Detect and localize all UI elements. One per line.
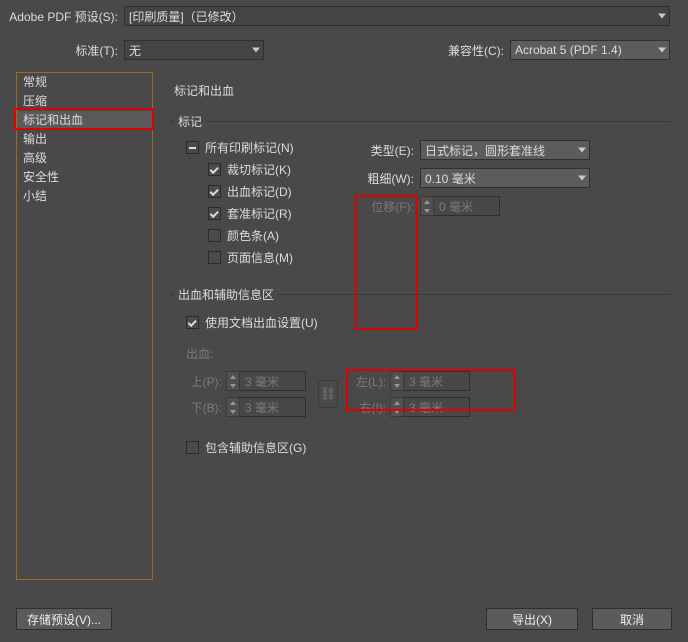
stepper-up-icon <box>227 398 239 407</box>
page-info-label: 页面信息(M) <box>227 249 293 266</box>
stepper-down-icon <box>391 381 403 390</box>
color-bars-checkbox[interactable] <box>208 229 221 242</box>
bleed-top-label: 上(P): <box>186 373 226 390</box>
chevron-down-icon <box>252 48 260 53</box>
compat-select[interactable]: Acrobat 5 (PDF 1.4) <box>510 40 670 60</box>
mark-weight-select[interactable]: 0.10 毫米 <box>420 168 590 188</box>
preset-select[interactable]: [印刷质量]（已修改） <box>124 6 670 26</box>
sidebar-item-marks-bleed[interactable]: 标记和出血 <box>17 111 152 130</box>
bleed-marks-checkbox[interactable] <box>208 185 221 198</box>
chevron-down-icon <box>578 148 586 153</box>
save-preset-button[interactable]: 存储预设(V)... <box>16 608 112 630</box>
stepper-up-icon <box>421 197 433 206</box>
bleed-left-input: 3 毫米 <box>390 371 470 391</box>
bleed-marks-label: 出血标记(D) <box>227 183 292 200</box>
bleed-bottom-input: 3 毫米 <box>226 397 306 417</box>
mark-weight-label: 粗细(W): <box>360 170 420 187</box>
sidebar-item-summary[interactable]: 小结 <box>17 187 152 206</box>
chevron-down-icon <box>658 14 666 19</box>
stepper-down-icon <box>227 407 239 416</box>
bleed-left-label: 左(L): <box>350 373 390 390</box>
all-marks-checkbox[interactable] <box>186 141 199 154</box>
stepper-down-icon <box>227 381 239 390</box>
standard-select[interactable]: 无 <box>124 40 264 60</box>
standard-value: 无 <box>129 42 141 59</box>
bleed-right-value: 3 毫米 <box>404 397 470 417</box>
bleed-right-label: 右(I): <box>350 399 390 416</box>
mark-offset-value: 0 毫米 <box>434 196 500 216</box>
bleed-sub-label: 出血: <box>186 345 670 362</box>
stepper-up-icon <box>227 372 239 381</box>
page-info-checkbox[interactable] <box>208 251 221 264</box>
use-doc-bleed-checkbox[interactable] <box>186 316 199 329</box>
sidebar-item-output[interactable]: 输出 <box>17 130 152 149</box>
page-title: 标记和出血 <box>174 82 672 99</box>
bleed-left-value: 3 毫米 <box>404 371 470 391</box>
include-slug-checkbox[interactable] <box>186 441 199 454</box>
mark-type-label: 类型(E): <box>360 142 420 159</box>
crop-marks-label: 裁切标记(K) <box>227 161 291 178</box>
chevron-down-icon <box>578 176 586 181</box>
mark-weight-value: 0.10 毫米 <box>425 170 476 187</box>
sidebar-item-security[interactable]: 安全性 <box>17 168 152 187</box>
compat-label: 兼容性(C): <box>448 42 510 59</box>
preset-value: [印刷质量]（已修改） <box>129 8 244 25</box>
chevron-down-icon <box>658 48 666 53</box>
bleed-top-input: 3 毫米 <box>226 371 306 391</box>
registration-marks-checkbox[interactable] <box>208 207 221 220</box>
mark-offset-input: 0 毫米 <box>420 196 500 216</box>
marks-legend: 标记 <box>174 113 206 130</box>
sidebar-item-general[interactable]: 常规 <box>17 73 152 92</box>
stepper-up-icon <box>391 398 403 407</box>
cancel-button[interactable]: 取消 <box>592 608 672 630</box>
preset-label: Adobe PDF 预设(S): <box>0 8 124 25</box>
standard-label: 标准(T): <box>0 42 124 59</box>
category-sidebar: 常规 压缩 标记和出血 输出 高级 安全性 小结 <box>16 72 153 580</box>
registration-marks-label: 套准标记(R) <box>227 205 292 222</box>
stepper-up-icon <box>391 372 403 381</box>
link-icon: ⛓ <box>318 380 338 408</box>
bleed-bottom-value: 3 毫米 <box>240 397 306 417</box>
bleed-bottom-label: 下(B): <box>186 399 226 416</box>
stepper-down-icon <box>391 407 403 416</box>
color-bars-label: 颜色条(A) <box>227 227 279 244</box>
mark-type-select[interactable]: 日式标记，圆形套准线 <box>420 140 590 160</box>
sidebar-item-advanced[interactable]: 高级 <box>17 149 152 168</box>
stepper-down-icon <box>421 206 433 215</box>
all-marks-label: 所有印刷标记(N) <box>205 139 294 156</box>
use-doc-bleed-label: 使用文档出血设置(U) <box>205 314 318 331</box>
bleed-top-value: 3 毫米 <box>240 371 306 391</box>
mark-type-value: 日式标记，圆形套准线 <box>425 142 545 159</box>
bleed-legend: 出血和辅助信息区 <box>174 286 278 303</box>
bleed-right-input: 3 毫米 <box>390 397 470 417</box>
include-slug-label: 包含辅助信息区(G) <box>205 439 306 456</box>
crop-marks-checkbox[interactable] <box>208 163 221 176</box>
export-button[interactable]: 导出(X) <box>486 608 578 630</box>
mark-offset-label: 位移(F): <box>360 198 420 215</box>
sidebar-item-compression[interactable]: 压缩 <box>17 92 152 111</box>
compat-value: Acrobat 5 (PDF 1.4) <box>515 43 622 57</box>
